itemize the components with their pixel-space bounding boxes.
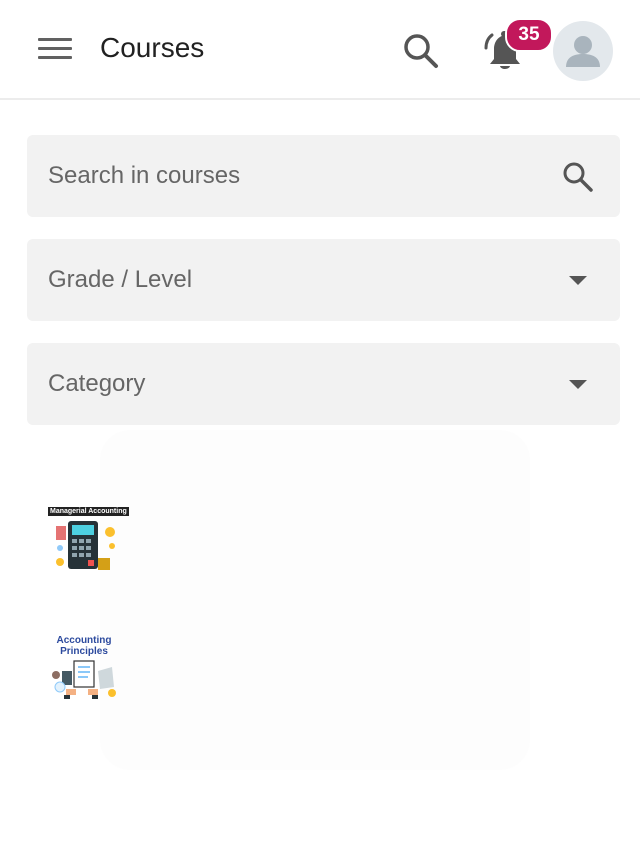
search-field-icon[interactable] — [560, 159, 596, 195]
course-thumb-title: Accounting Principles — [56, 635, 112, 657]
course-thumbnail-accounting-principles[interactable]: Accounting Principles — [48, 635, 120, 705]
course-list-area — [100, 430, 530, 770]
chevron-down-icon — [569, 380, 587, 389]
page-title: Courses — [100, 32, 205, 63]
grade-level-label: Grade / Level — [48, 266, 193, 293]
course-thumbnail-managerial-accounting[interactable]: Managerial Accounting — [48, 500, 129, 570]
user-avatar-icon[interactable] — [553, 21, 613, 81]
category-dropdown[interactable]: Category — [27, 343, 620, 425]
course-search-input[interactable] — [27, 135, 620, 217]
menu-icon[interactable] — [38, 38, 72, 64]
category-label: Category — [48, 370, 146, 397]
app-bar: Courses 35 — [0, 0, 640, 100]
chevron-down-icon — [569, 276, 587, 285]
calculator-illustration-icon — [56, 521, 115, 570]
notification-badge: 35 — [505, 18, 553, 52]
course-search-field[interactable] — [27, 135, 620, 217]
course-thumb-title: Managerial Accounting — [48, 507, 129, 516]
grade-level-dropdown[interactable]: Grade / Level — [27, 239, 620, 321]
search-icon[interactable] — [400, 30, 442, 72]
accounting-illustration-icon — [52, 660, 116, 699]
